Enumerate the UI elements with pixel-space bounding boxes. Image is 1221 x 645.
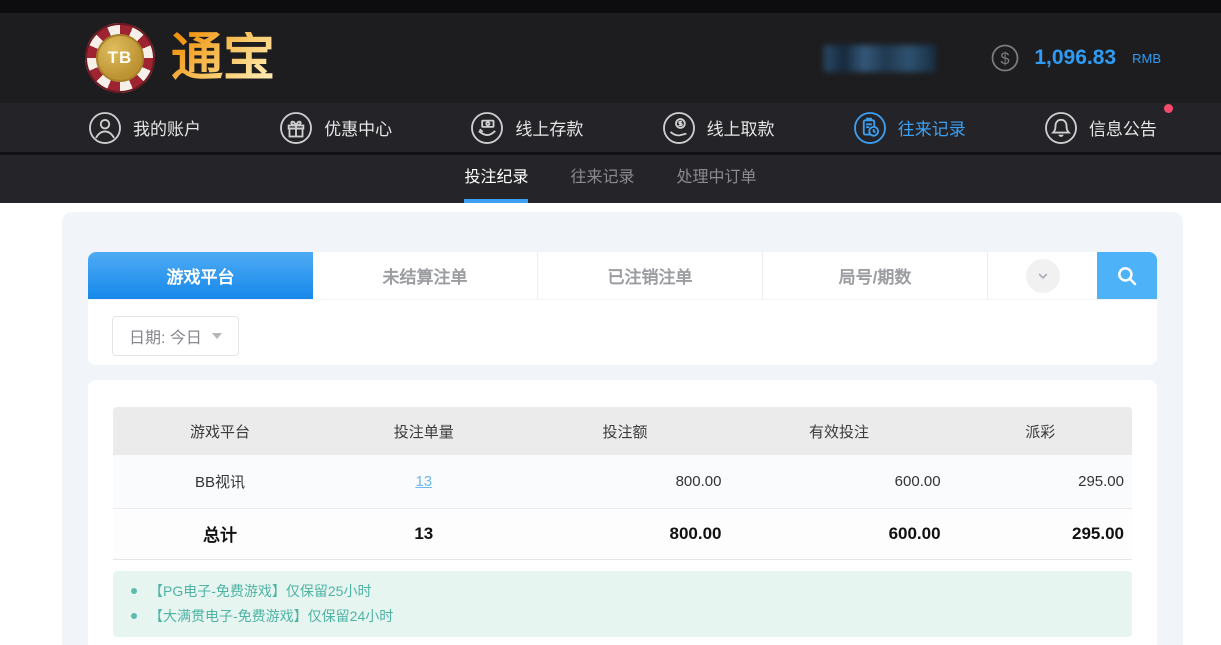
bet-count-link[interactable]: 13 bbox=[415, 473, 432, 490]
nav-label: 线上取款 bbox=[706, 120, 775, 139]
withdraw-icon bbox=[662, 111, 695, 144]
notice-text: 【PG电子-免费游戏】仅保留25小时 bbox=[149, 583, 372, 599]
nav-label: 信息公告 bbox=[1088, 120, 1157, 139]
table-row: BB视讯 13 800.00 600.00 295.00 bbox=[113, 455, 1132, 509]
brand-logo[interactable]: TB 通宝 bbox=[85, 23, 275, 93]
tab-game-platform[interactable]: 游戏平台 bbox=[88, 252, 313, 299]
nav-item-transaction-records[interactable]: 往来记录 bbox=[853, 111, 966, 145]
svg-text:$: $ bbox=[1001, 50, 1010, 68]
col-bet-count: 投注单量 bbox=[326, 407, 521, 455]
tab-unsettled-bets[interactable]: 未结算注单 bbox=[313, 252, 538, 299]
results-card: 游戏平台 投注单量 投注额 有效投注 派彩 BB视讯 13 800.00 600… bbox=[88, 380, 1157, 645]
balance-amount: 1,096.83 bbox=[1034, 46, 1117, 69]
content-panel: 游戏平台 未结算注单 已注销注单 局号/期数 日期: 今日 游戏平台 投注单量 … bbox=[62, 212, 1183, 645]
nav-label: 线上存款 bbox=[515, 120, 584, 139]
col-bet-amount: 投注额 bbox=[520, 407, 730, 455]
gift-icon bbox=[280, 111, 313, 144]
tab-cancelled-bets[interactable]: 已注销注单 bbox=[538, 252, 763, 299]
nav-label: 优惠中心 bbox=[324, 120, 393, 139]
table-header-row: 游戏平台 投注单量 投注额 有效投注 派彩 bbox=[113, 407, 1132, 455]
col-valid-bet: 有效投注 bbox=[729, 407, 949, 455]
search-icon bbox=[1118, 266, 1137, 285]
poker-chip-logo-icon: TB bbox=[85, 23, 155, 93]
logo-badge: TB bbox=[107, 48, 133, 67]
notice-text: 【大满贯电子-免费游戏】仅保留24小时 bbox=[149, 608, 394, 624]
table-total-row: 总计 13 800.00 600.00 295.00 bbox=[113, 508, 1132, 560]
col-game-platform: 游戏平台 bbox=[113, 407, 327, 455]
deposit-icon bbox=[471, 111, 504, 144]
notice-item: 【大满贯电子-免费游戏】仅保留24小时 bbox=[131, 604, 1114, 629]
filter-tabs: 游戏平台 未结算注单 已注销注单 局号/期数 bbox=[88, 252, 1157, 300]
notice-item: 【PG电子-免费游戏】仅保留25小时 bbox=[131, 579, 1114, 604]
nav-label: 我的账户 bbox=[133, 120, 201, 139]
total-valid-bet: 600.00 bbox=[729, 508, 949, 560]
bell-icon bbox=[1044, 111, 1077, 144]
dollar-circle-icon: $ bbox=[991, 44, 1019, 72]
caret-down-icon bbox=[211, 333, 222, 339]
total-bet-amount: 800.00 bbox=[520, 508, 730, 560]
total-label: 总计 bbox=[113, 508, 327, 560]
cell-bet-amount: 800.00 bbox=[520, 455, 730, 509]
nav-item-online-deposit[interactable]: 线上存款 bbox=[470, 111, 583, 145]
notification-badge bbox=[1163, 103, 1173, 113]
bullet-icon bbox=[131, 588, 137, 594]
sub-nav: 投注纪录 往来记录 处理中订单 bbox=[0, 155, 1221, 203]
cell-valid-bet: 600.00 bbox=[729, 455, 949, 509]
user-icon bbox=[89, 111, 121, 144]
search-button[interactable] bbox=[1097, 252, 1157, 299]
bet-summary-table: 游戏平台 投注单量 投注额 有效投注 派彩 BB视讯 13 800.00 600… bbox=[113, 407, 1132, 560]
header: TB 通宝 $ 1,096.83 RMB bbox=[0, 0, 1221, 103]
total-payout: 295.00 bbox=[948, 508, 1132, 560]
main-nav: 我的账户 优惠中心 线上存款 线上取款 往来记录 信息公告 bbox=[0, 103, 1221, 155]
nav-item-my-account[interactable]: 我的账户 bbox=[88, 111, 201, 145]
date-filter[interactable]: 日期: 今日 bbox=[112, 316, 239, 356]
account-area: $ 1,096.83 RMB bbox=[824, 43, 1161, 73]
nav-item-promotions[interactable]: 优惠中心 bbox=[279, 111, 392, 145]
cell-payout: 295.00 bbox=[948, 455, 1132, 509]
bullet-icon bbox=[131, 613, 137, 619]
filter-dropdown[interactable] bbox=[988, 252, 1097, 299]
username-redacted bbox=[824, 44, 937, 72]
nav-item-announcements[interactable]: 信息公告 bbox=[1044, 103, 1173, 145]
brand-name: 通宝 bbox=[171, 27, 276, 88]
date-filter-label: 日期: 今日 bbox=[129, 330, 202, 347]
chevron-down-icon bbox=[1025, 258, 1060, 293]
cell-platform: BB视讯 bbox=[113, 455, 327, 509]
subnav-betting-records[interactable]: 投注纪录 bbox=[464, 155, 529, 203]
tab-round-number[interactable]: 局号/期数 bbox=[763, 252, 988, 299]
records-icon bbox=[853, 111, 886, 144]
col-payout: 派彩 bbox=[948, 407, 1132, 455]
notice-box: 【PG电子-免费游戏】仅保留25小时 【大满贯电子-免费游戏】仅保留24小时 bbox=[113, 570, 1132, 637]
total-count: 13 bbox=[326, 508, 521, 560]
date-filter-row: 日期: 今日 bbox=[88, 300, 1157, 356]
nav-label: 往来记录 bbox=[897, 120, 966, 139]
nav-item-online-withdrawal[interactable]: 线上取款 bbox=[662, 111, 775, 145]
balance-currency: RMB bbox=[1132, 50, 1161, 66]
subnav-transaction-records[interactable]: 往来记录 bbox=[570, 155, 634, 203]
filter-card: 游戏平台 未结算注单 已注销注单 局号/期数 日期: 今日 bbox=[88, 252, 1157, 365]
subnav-pending-orders[interactable]: 处理中订单 bbox=[677, 155, 757, 203]
